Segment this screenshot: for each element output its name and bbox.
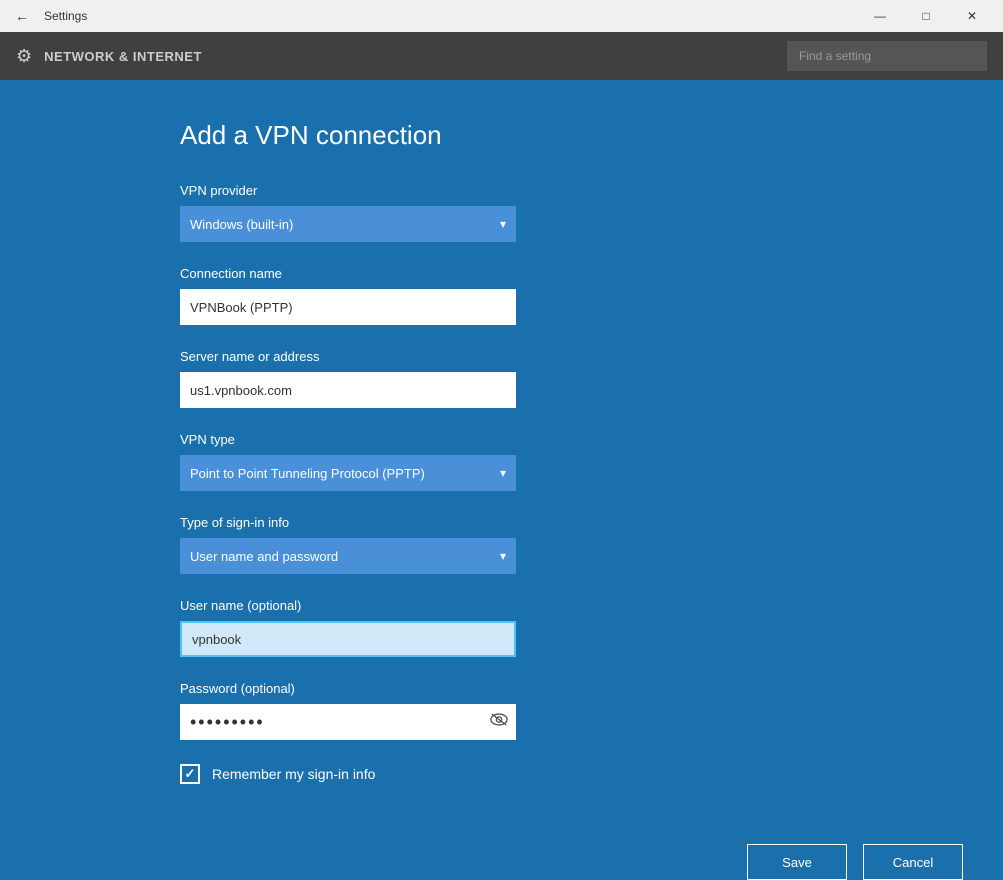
eye-icon xyxy=(490,711,508,729)
username-label: User name (optional) xyxy=(180,598,823,613)
button-row: Save Cancel xyxy=(0,824,1003,880)
window-controls: — □ ✕ xyxy=(857,0,995,32)
vpn-provider-group: VPN provider Windows (built-in) ▾ xyxy=(180,183,823,242)
vpn-provider-select[interactable]: Windows (built-in) xyxy=(180,206,516,242)
settings-icon: ⚙ xyxy=(16,46,32,67)
server-name-input[interactable] xyxy=(180,372,516,408)
password-input[interactable] xyxy=(180,704,516,740)
password-group: Password (optional) xyxy=(180,681,823,740)
vpn-type-group: VPN type Point to Point Tunneling Protoc… xyxy=(180,432,823,491)
vpn-provider-select-wrapper: Windows (built-in) ▾ xyxy=(180,206,516,242)
remember-label: Remember my sign-in info xyxy=(212,766,375,782)
server-name-label: Server name or address xyxy=(180,349,823,364)
password-wrapper xyxy=(180,704,516,740)
username-input[interactable] xyxy=(180,621,516,657)
minimize-button[interactable]: — xyxy=(857,0,903,32)
remember-checkbox-row: ✓ Remember my sign-in info xyxy=(180,764,823,784)
vpn-provider-label: VPN provider xyxy=(180,183,823,198)
main-content: Add a VPN connection VPN provider Window… xyxy=(0,80,1003,880)
back-icon: ← xyxy=(15,8,29,24)
vpn-type-label: VPN type xyxy=(180,432,823,447)
app-title: NETWORK & INTERNET xyxy=(44,49,775,64)
signin-type-group: Type of sign-in info User name and passw… xyxy=(180,515,823,574)
server-name-group: Server name or address xyxy=(180,349,823,408)
username-group: User name (optional) xyxy=(180,598,823,657)
connection-name-group: Connection name xyxy=(180,266,823,325)
cancel-button[interactable]: Cancel xyxy=(863,844,963,880)
back-button[interactable]: ← xyxy=(8,2,36,30)
window-title: Settings xyxy=(44,9,849,23)
connection-name-input[interactable] xyxy=(180,289,516,325)
app-header: ⚙ NETWORK & INTERNET xyxy=(0,32,1003,80)
dialog-title: Add a VPN connection xyxy=(180,120,823,151)
checkmark-icon: ✓ xyxy=(185,766,196,782)
find-setting-input[interactable] xyxy=(787,41,987,71)
signin-type-select[interactable]: User name and password xyxy=(180,538,516,574)
save-button[interactable]: Save xyxy=(747,844,847,880)
signin-type-select-wrapper: User name and password ▾ xyxy=(180,538,516,574)
vpn-type-select-wrapper: Point to Point Tunneling Protocol (PPTP)… xyxy=(180,455,516,491)
signin-type-label: Type of sign-in info xyxy=(180,515,823,530)
remember-checkbox[interactable]: ✓ xyxy=(180,764,200,784)
title-bar: ← Settings — □ ✕ xyxy=(0,0,1003,32)
maximize-button[interactable]: □ xyxy=(903,0,949,32)
connection-name-label: Connection name xyxy=(180,266,823,281)
password-label: Password (optional) xyxy=(180,681,823,696)
dialog-area: Add a VPN connection VPN provider Window… xyxy=(0,80,1003,824)
password-reveal-button[interactable] xyxy=(490,711,508,734)
vpn-type-select[interactable]: Point to Point Tunneling Protocol (PPTP) xyxy=(180,455,516,491)
close-button[interactable]: ✕ xyxy=(949,0,995,32)
